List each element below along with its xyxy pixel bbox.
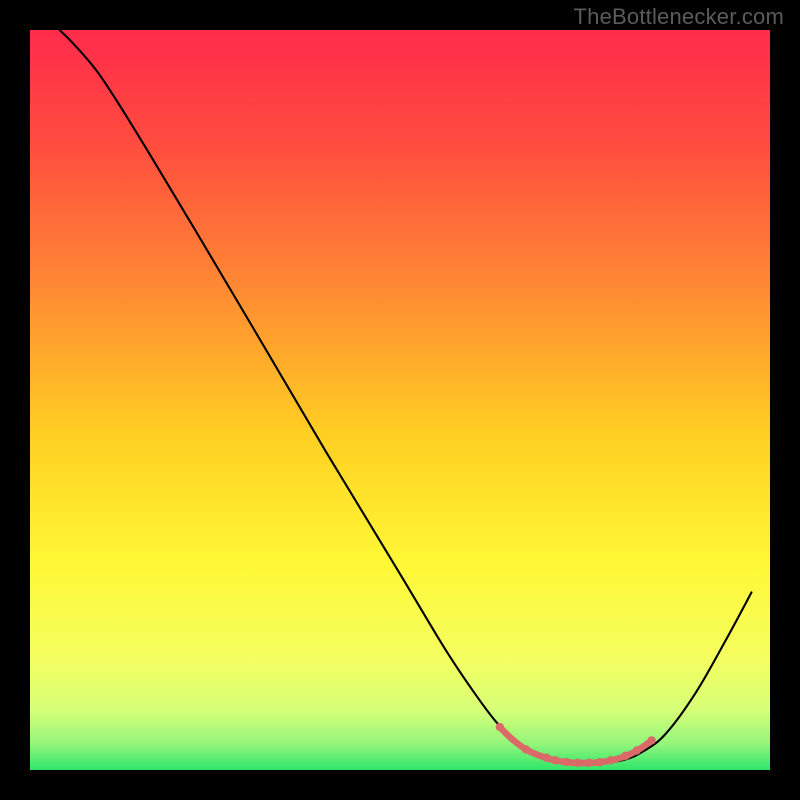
marker-dot bbox=[562, 758, 570, 766]
marker-dot bbox=[633, 746, 641, 754]
marker-dot bbox=[647, 736, 655, 744]
marker-dot bbox=[622, 752, 630, 760]
marker-dot bbox=[607, 756, 615, 764]
marker-dot bbox=[596, 758, 604, 766]
watermark-text: TheBottlenecker.com bbox=[574, 4, 784, 30]
chart-frame bbox=[30, 30, 770, 770]
marker-dot bbox=[585, 759, 593, 767]
marker-dot bbox=[496, 723, 504, 731]
marker-dot bbox=[551, 756, 559, 764]
marker-dot bbox=[573, 759, 581, 767]
marker-dot bbox=[542, 754, 550, 762]
marker-dot bbox=[522, 745, 530, 753]
chart-svg bbox=[30, 30, 770, 770]
